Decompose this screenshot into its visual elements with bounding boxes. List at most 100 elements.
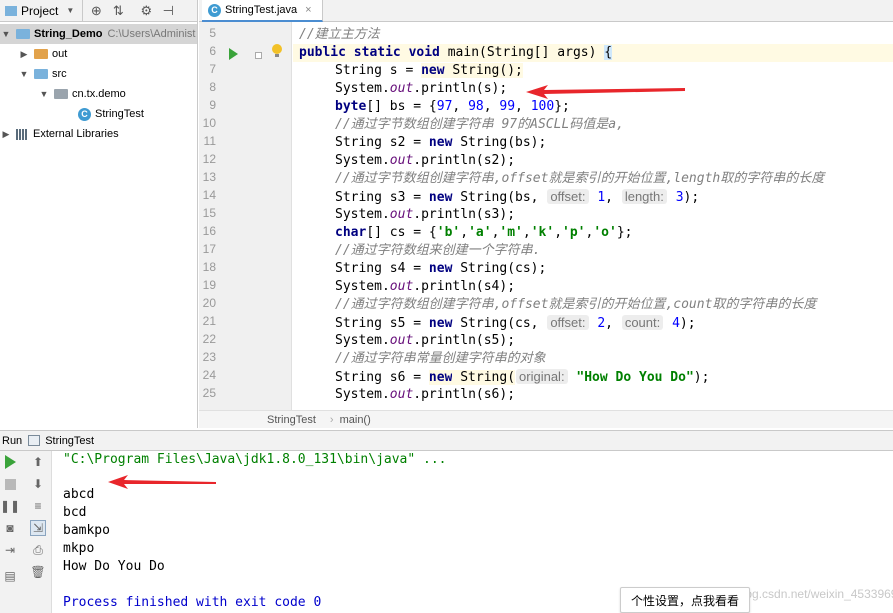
print-icon[interactable]: ⎙: [30, 542, 46, 558]
scroll-to-end-icon[interactable]: ⇲: [30, 520, 46, 536]
arrow-up-icon[interactable]: ⬆: [30, 454, 46, 470]
line-number: 15: [202, 206, 216, 220]
param-hint: length:: [621, 189, 667, 204]
code-line-17: //通过字符数组来创建一个字符串.: [335, 242, 540, 260]
stop-icon[interactable]: [2, 476, 18, 492]
code-line-10: //通过字节数组创建字符串 97的ASCLL码值是a,: [335, 116, 624, 134]
code-line-24: String s6 = new String(original: "How Do…: [335, 368, 709, 386]
tree-item-package[interactable]: ▼ cn.tx.demo: [0, 84, 197, 104]
chevron-down-icon: ▼: [66, 6, 75, 15]
gear-icon[interactable]: ⚙: [137, 2, 155, 20]
char-literal: 'm': [499, 225, 523, 240]
pause-icon[interactable]: ❚❚: [0, 498, 20, 514]
line-number: 19: [202, 278, 216, 292]
project-path: C:\Users\Administ: [107, 28, 196, 40]
tree-item-label: src: [52, 68, 67, 80]
code-line-5: //建立主方法: [299, 26, 380, 44]
code-editor[interactable]: //建立主方法 public static void main(String[]…: [293, 22, 893, 410]
tab-stringtest-java[interactable]: C StringTest.java ×: [202, 0, 323, 22]
tab-label: StringTest.java: [225, 4, 298, 16]
layout-icon[interactable]: ▤: [2, 568, 18, 584]
field: out: [389, 387, 414, 402]
run-config-label: StringTest: [45, 434, 95, 447]
code-line-6: public static void main(String[] args) {: [293, 44, 893, 62]
comment: //通过字节数组创建字符串 97的ASCLL码值是a,: [335, 117, 624, 132]
number: 97: [436, 99, 453, 114]
number: 98: [468, 99, 484, 114]
tree-item-string-demo[interactable]: ▼ String_Demo C:\Users\Administ: [0, 24, 197, 44]
annotation-arrow-console: [108, 475, 216, 489]
tree-item-src[interactable]: ▼ src: [0, 64, 197, 84]
run-gutter-icon[interactable]: [229, 48, 238, 60]
camera-icon[interactable]: ◙: [2, 520, 18, 536]
string-literal: "How Do You Do": [576, 370, 694, 385]
breadcrumb-class[interactable]: StringTest: [267, 414, 316, 426]
project-view-selector[interactable]: Project ▼: [3, 0, 84, 22]
char-literal: 'a': [468, 225, 492, 240]
line-number: 13: [202, 170, 216, 184]
number: 2: [597, 316, 606, 331]
code-text: String s2 =: [335, 135, 429, 150]
comment: //通过字符数组创建字符串,offset就是索引的开始位置,count取的字符串…: [335, 297, 817, 312]
char-literal: 'b': [436, 225, 461, 240]
close-icon[interactable]: ×: [305, 4, 311, 16]
chevron-down-icon: ▼: [39, 89, 49, 99]
collapse-all-icon[interactable]: ⇅: [109, 2, 127, 20]
tree-item-stringtest[interactable]: C StringTest: [0, 104, 197, 124]
tree-item-out[interactable]: ▶ out: [0, 44, 197, 64]
field: out: [389, 153, 414, 168]
keyword: new: [428, 261, 453, 276]
lightbulb-icon[interactable]: [272, 44, 282, 58]
code-text: .println(s3);: [413, 207, 516, 222]
fold-marker-icon[interactable]: [255, 52, 262, 59]
code-text: .println(s6);: [413, 387, 516, 402]
code-text: );: [679, 316, 696, 331]
console-line-command: "C:\Program Files\Java\jdk1.8.0_131\bin\…: [63, 452, 447, 467]
char-literal: 'k': [530, 225, 555, 240]
keyword: public static void: [299, 45, 440, 60]
line-number: 6: [209, 44, 216, 58]
line-number: 21: [202, 314, 216, 328]
tree-item-label: out: [52, 48, 68, 60]
breadcrumb-method[interactable]: main(): [340, 414, 371, 426]
login-icon[interactable]: ⇥: [2, 542, 18, 558]
code-text: String s5 =: [335, 316, 429, 331]
settings-tooltip-button[interactable]: 个性设置，点我看看: [620, 587, 750, 613]
code-line-15: System.out.println(s3);: [335, 206, 515, 224]
code-text: };: [616, 225, 633, 240]
code-text: String s4 =: [335, 261, 429, 276]
console-line: bcd: [63, 505, 87, 520]
arrow-down-icon[interactable]: ⬇: [30, 476, 46, 492]
line-number: 7: [209, 62, 216, 76]
code-text: String s3 =: [335, 190, 429, 205]
code-line-16: char[] cs = {'b','a','m','k','p','o'};: [335, 225, 633, 240]
code-line-19: System.out.println(s4);: [335, 278, 515, 296]
code-line-12: System.out.println(s2);: [335, 152, 515, 170]
package-icon: [54, 89, 68, 99]
tree-item-external-libraries[interactable]: ▶ External Libraries: [0, 124, 197, 144]
keyword: new: [421, 63, 445, 78]
keyword: new: [428, 316, 453, 331]
locate-icon[interactable]: ⊕: [87, 2, 105, 20]
soft-wrap-icon[interactable]: ≡: [30, 498, 46, 514]
line-number: 10: [202, 116, 216, 130]
rerun-icon[interactable]: [2, 454, 18, 470]
param-hint: original:: [516, 369, 568, 384]
tree-item-label: External Libraries: [33, 128, 119, 140]
param-hint: count:: [621, 315, 664, 330]
run-toolbar: ⬆ ⬇ ❚❚ ≡ ◙ ⇲ ⇥ ⎙ ▤ 🗑: [0, 451, 52, 613]
code-line-11: String s2 = new String(bs);: [335, 134, 546, 152]
line-number: 9: [209, 98, 216, 112]
trash-icon[interactable]: 🗑: [30, 564, 46, 580]
line-number: 18: [202, 260, 216, 274]
hide-panel-icon[interactable]: ⊣: [159, 2, 177, 20]
param-hint: offset:: [547, 315, 589, 330]
code-text: );: [683, 190, 700, 205]
run-config-tab[interactable]: StringTest: [28, 435, 94, 447]
char-literal: 'p': [562, 225, 586, 240]
code-text: .println(s4);: [413, 279, 516, 294]
breadcrumb: StringTest › main(): [199, 410, 893, 428]
console-line: mkpo: [63, 541, 95, 556]
project-tree: ▼ String_Demo C:\Users\Administ ▶ out ▼ …: [0, 22, 197, 144]
code-line-22: System.out.println(s5);: [335, 332, 515, 350]
